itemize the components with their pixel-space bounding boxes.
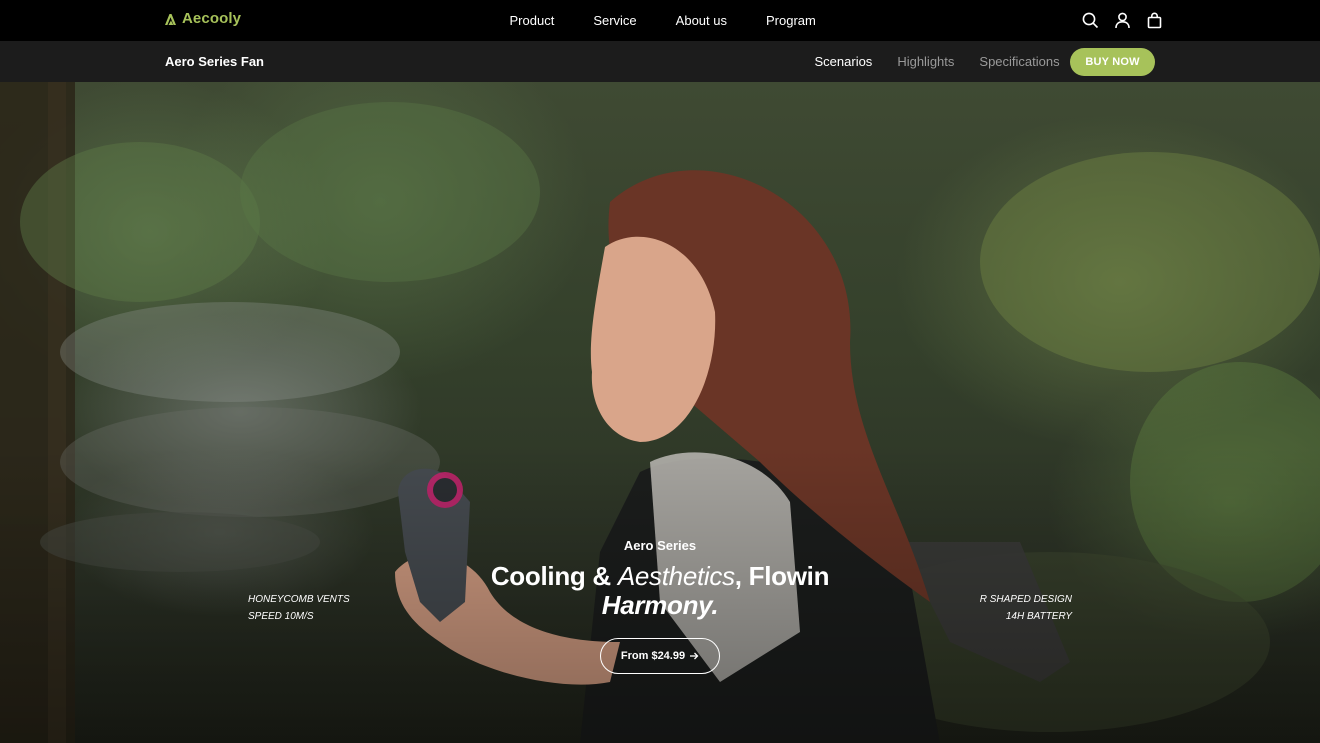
- user-icon[interactable]: [1112, 10, 1132, 30]
- hero-title: Cooling & Aesthetics, Flowin Harmony.: [0, 562, 1320, 620]
- spec-item: SPEED 10M/S: [248, 611, 314, 622]
- brand-name: Aecooly: [182, 10, 242, 27]
- nav-item-product[interactable]: Product: [490, 0, 574, 41]
- tab-specifications[interactable]: Specifications: [967, 41, 1072, 82]
- hero-title-part4: Harmony.: [601, 590, 719, 620]
- nav-item-service[interactable]: Service: [574, 0, 656, 41]
- product-name: Aero Series Fan: [165, 54, 264, 69]
- hero-title-part2: Aesthetics: [617, 561, 735, 591]
- spec-item: R SHAPED DESIGN: [979, 594, 1072, 605]
- search-icon[interactable]: [1080, 10, 1100, 30]
- tab-scenarios[interactable]: Scenarios: [802, 41, 885, 82]
- buy-now-button[interactable]: BUY NOW: [1070, 48, 1155, 76]
- specs-left: HONEYCOMB VENTS SPEED 10M/S: [248, 591, 350, 625]
- price-cta-button[interactable]: From $24.99: [600, 638, 720, 674]
- nav-item-program[interactable]: Program: [747, 0, 836, 41]
- spec-item: HONEYCOMB VENTS: [248, 594, 350, 605]
- main-nav: Product Service About us Program: [490, 0, 835, 41]
- brand-logo[interactable]: Aecooly: [165, 10, 241, 27]
- arrow-right-icon: [690, 652, 699, 660]
- top-navigation: Aecooly Product Service About us Program: [0, 0, 1320, 41]
- nav-item-about-us[interactable]: About us: [656, 0, 746, 41]
- hero-eyebrow: Aero Series: [623, 538, 697, 553]
- specs-right: R SHAPED DESIGN 14H BATTERY: [952, 591, 1072, 625]
- hero-title-part3: , Flowin: [734, 561, 830, 591]
- spec-item: 14H BATTERY: [1005, 611, 1072, 622]
- nav-icon-group: [1080, 10, 1164, 30]
- shopping-bag-icon[interactable]: [1144, 10, 1164, 30]
- price-label: From $24.99: [620, 650, 686, 662]
- brand-mark-icon: [165, 13, 176, 25]
- hero-title-part1: Cooling &: [490, 561, 611, 591]
- hero-section: Aero Series Cooling & Aesthetics, Flowin…: [0, 82, 1320, 743]
- product-subnav: Scenarios Highlights Specifications: [802, 41, 1072, 82]
- tab-highlights[interactable]: Highlights: [885, 41, 967, 82]
